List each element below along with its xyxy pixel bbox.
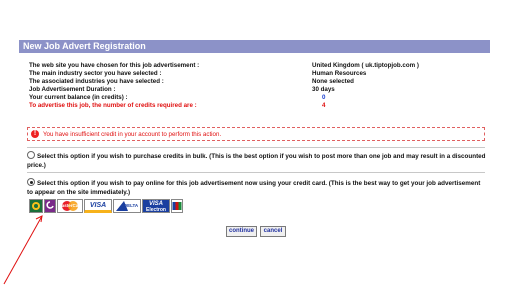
red-arrow-annotation — [3, 215, 43, 285]
